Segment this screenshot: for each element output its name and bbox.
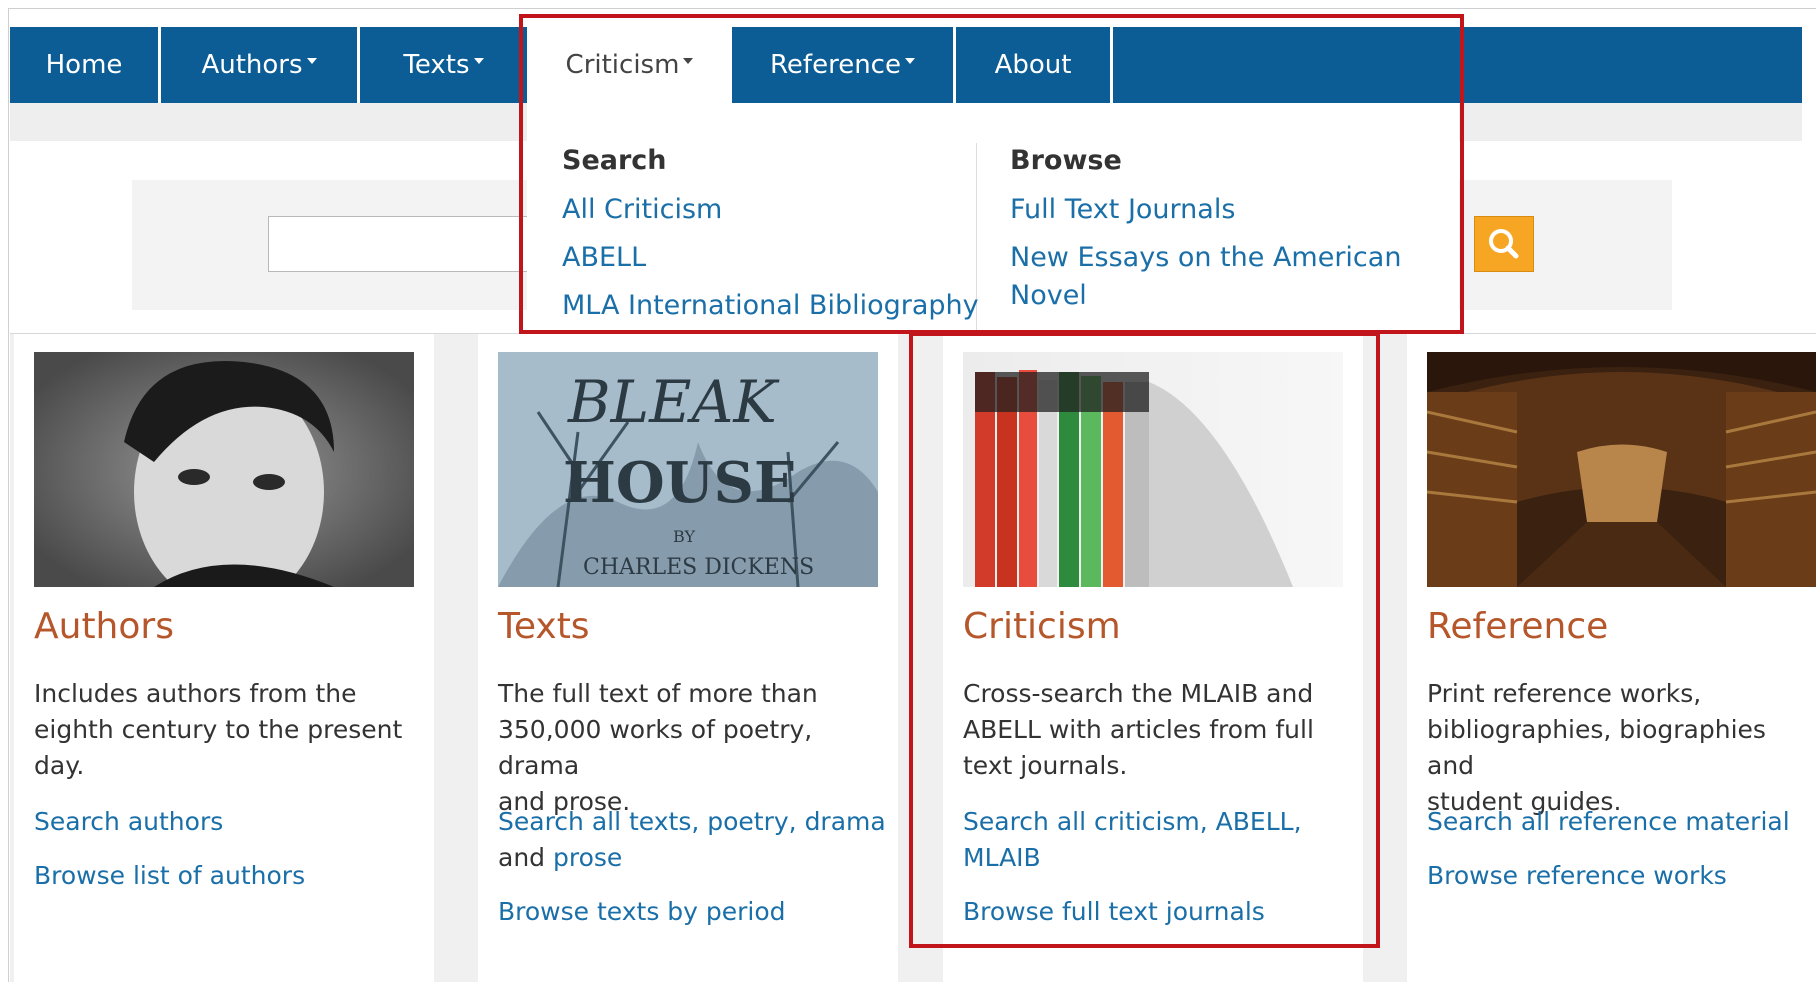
browse-reference-link[interactable]: Browse reference works (1427, 858, 1816, 894)
search-prose-link[interactable]: prose (553, 843, 622, 872)
search-authors-link[interactable]: Search authors (34, 804, 424, 840)
nav-texts-label: Texts (403, 50, 470, 80)
dropdown-all-criticism-link[interactable]: All Criticism (562, 191, 722, 229)
nav-divider (1110, 27, 1113, 103)
nav-criticism[interactable]: Criticism (527, 27, 732, 103)
card-description-line: day. (34, 751, 85, 780)
search-texts-link-line[interactable]: Search all texts, poetry, drama (498, 804, 888, 840)
browse-journals-link[interactable]: Browse full text journals (963, 894, 1353, 930)
search-criticism-link[interactable]: Search all criticism, ABELL, MLAIB (963, 804, 1353, 876)
dropdown-new-essays-link[interactable]: New Essays on the American Novel (1010, 239, 1401, 315)
journal-spines-image (963, 352, 1343, 587)
dropdown-abell-link[interactable]: ABELL (562, 239, 646, 277)
nav-texts[interactable]: Texts (360, 27, 527, 103)
caret-down-icon (473, 57, 484, 64)
card-description-line: bibliographies, biographies and (1427, 715, 1766, 780)
search-texts-link[interactable]: Search all texts, poetry, drama and pros… (498, 804, 888, 876)
nav-authors[interactable]: Authors (161, 27, 357, 103)
link-connector-text: and (498, 843, 546, 872)
card-description-line: ABELL with articles from full (963, 715, 1314, 744)
dropdown-full-text-journals-link[interactable]: Full Text Journals (1010, 191, 1235, 229)
card-texts: BLEAK HOUSE BY CHARLES DICKENS Texts The… (478, 334, 898, 982)
dropdown-new-essays-line[interactable]: Novel (1010, 277, 1401, 315)
card-authors: Authors Includes authors from the eighth… (14, 334, 434, 982)
nav-reference-label: Reference (770, 50, 901, 80)
card-description: The full text of more than 350,000 works… (498, 676, 888, 820)
nav-reference[interactable]: Reference (732, 27, 953, 103)
search-icon (1489, 229, 1519, 259)
cover-title-word: BLEAK (567, 368, 780, 436)
search-reference-link[interactable]: Search all reference material (1427, 804, 1816, 840)
library-hall-image (1427, 352, 1816, 587)
author-portrait-image (34, 352, 414, 587)
card-criticism: Criticism Cross-search the MLAIB and ABE… (943, 334, 1363, 982)
browse-texts-link[interactable]: Browse texts by period (498, 894, 888, 930)
card-description: Includes authors from the eighth century… (34, 676, 424, 784)
card-description-line: text journals. (963, 751, 1128, 780)
dropdown-search-heading: Search (562, 145, 667, 176)
search-input[interactable] (268, 216, 528, 272)
card-title: Authors (34, 606, 174, 647)
nav-home[interactable]: Home (10, 27, 158, 103)
card-reference: Reference Print reference works, bibliog… (1407, 334, 1816, 982)
dropdown-mla-bibliography-link[interactable]: MLA International Bibliography (562, 287, 979, 325)
nav-criticism-label: Criticism (565, 50, 680, 80)
search-criticism-link-line[interactable]: Search all criticism, ABELL, (963, 804, 1353, 840)
card-title: Reference (1427, 606, 1609, 647)
card-description-line: 350,000 works of poetry, drama (498, 715, 813, 780)
card-title: Texts (498, 606, 590, 647)
caret-down-icon (683, 57, 694, 64)
bleak-house-cover-image: BLEAK HOUSE BY CHARLES DICKENS (498, 352, 878, 587)
search-criticism-link-line[interactable]: MLAIB (963, 840, 1353, 876)
nav-authors-label: Authors (201, 50, 303, 80)
dropdown-browse-heading: Browse (1010, 145, 1122, 176)
browse-authors-link[interactable]: Browse list of authors (34, 858, 424, 894)
cover-title-word: HOUSE (563, 450, 797, 516)
card-description: Cross-search the MLAIB and ABELL with ar… (963, 676, 1353, 784)
nav-home-label: Home (45, 50, 123, 80)
cover-author-name: CHARLES DICKENS (583, 555, 814, 580)
card-description-line: Print reference works, (1427, 679, 1702, 708)
nav-about-label: About (994, 50, 1072, 80)
card-description-line: Cross-search the MLAIB and (963, 679, 1314, 708)
card-description-line: Includes authors from the (34, 679, 357, 708)
card-title: Criticism (963, 606, 1121, 647)
card-description: Print reference works, bibliographies, b… (1427, 676, 1816, 820)
caret-down-icon (904, 57, 915, 64)
caret-down-icon (306, 57, 317, 64)
card-description-line: The full text of more than (498, 679, 818, 708)
nav-about[interactable]: About (956, 27, 1110, 103)
card-description-line: eighth century to the present (34, 715, 403, 744)
dropdown-new-essays-line[interactable]: New Essays on the American (1010, 239, 1401, 277)
cover-byline: BY (673, 527, 695, 546)
search-button[interactable] (1474, 216, 1534, 272)
